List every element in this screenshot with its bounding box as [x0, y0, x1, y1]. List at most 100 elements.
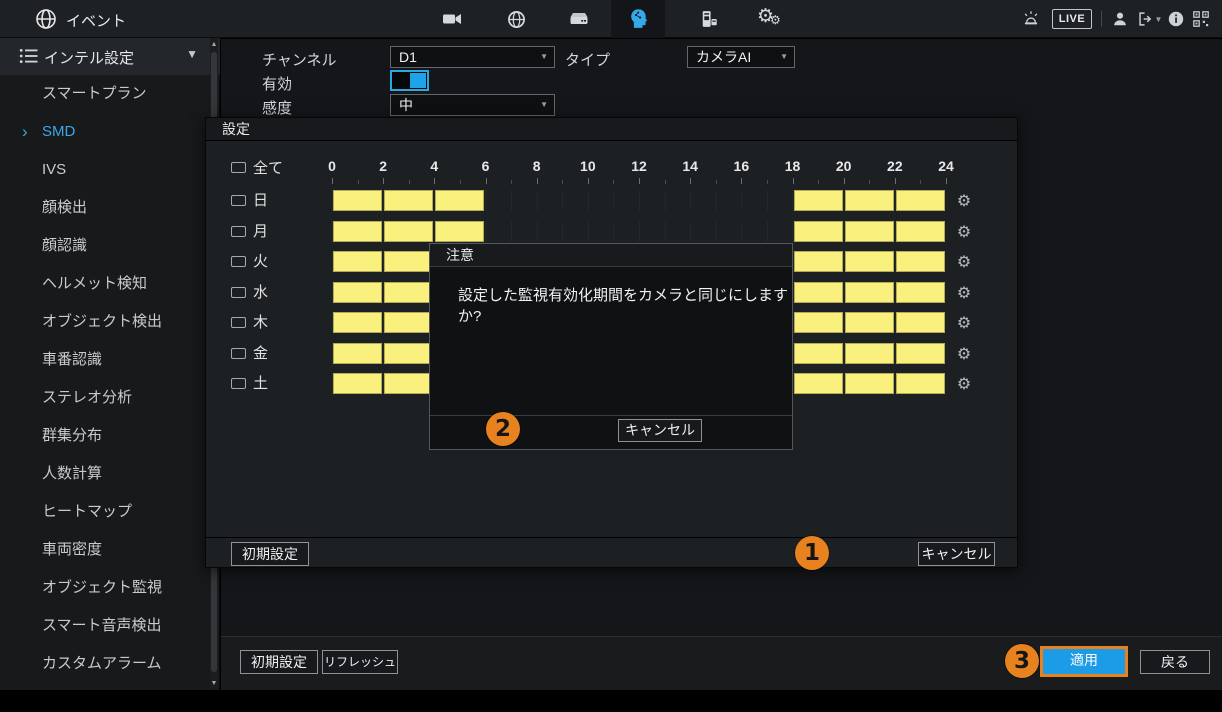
schedule-active-cell[interactable] [793, 281, 843, 303]
system-settings-icon[interactable]: ⚙ ⚙ [743, 0, 797, 38]
network-icon[interactable] [489, 0, 543, 38]
enable-toggle[interactable] [390, 70, 429, 91]
schedule-active-cell[interactable] [384, 190, 434, 211]
active-item-arrow-icon: › [22, 122, 28, 141]
schedule-active-cell[interactable] [384, 220, 434, 242]
schedule-active-cell[interactable] [793, 251, 843, 272]
qr-code-icon[interactable] [1188, 0, 1214, 38]
day-checkbox[interactable] [231, 347, 246, 359]
schedule-active-cell[interactable] [333, 373, 383, 394]
info-icon[interactable] [1164, 0, 1188, 38]
gear-icon[interactable]: ⚙ [954, 190, 974, 211]
day-checkbox[interactable] [231, 225, 246, 237]
schedule-active-cell[interactable] [895, 190, 945, 211]
sidebar-item-12[interactable]: 車両密度 [0, 531, 212, 569]
sidebar-item-6[interactable]: オブジェクト検出 [0, 303, 212, 341]
sidebar-item-15[interactable]: カスタムアラーム [0, 645, 212, 683]
user-icon[interactable] [1108, 0, 1132, 38]
sidebar-item-13[interactable]: オブジェクト監視 [0, 569, 212, 607]
sidebar-item-2[interactable]: IVS [0, 151, 212, 189]
day-checkbox[interactable] [231, 378, 246, 389]
gear-icon[interactable]: ⚙ [954, 251, 974, 272]
schedule-active-cell[interactable] [333, 190, 383, 211]
schedule-active-cell[interactable] [793, 190, 843, 211]
schedule-active-cell[interactable] [793, 312, 843, 333]
scroll-up-icon[interactable]: ▲ [210, 41, 218, 48]
schedule-active-cell[interactable] [333, 251, 383, 272]
dialog-cancel-button[interactable]: キャンセル [918, 542, 995, 566]
sidebar-item-1[interactable]: › SMD [0, 113, 212, 151]
sidebar-item-9[interactable]: 群集分布 [0, 417, 212, 455]
schedule-active-cell[interactable] [793, 220, 843, 242]
refresh-button[interactable]: リフレッシュ [322, 650, 398, 674]
schedule-row-0: 日 ⚙ [206, 190, 1017, 211]
live-button[interactable]: LIVE [1052, 9, 1092, 29]
axis-tick [818, 180, 820, 184]
gear-icon[interactable]: ⚙ [954, 221, 974, 242]
schedule-active-cell[interactable] [895, 373, 945, 394]
gear-icon[interactable]: ⚙ [954, 282, 974, 303]
sidebar-item-5[interactable]: ヘルメット検知 [0, 265, 212, 303]
sidebar-item-label: 車番認識 [42, 351, 103, 368]
caution-cancel-button[interactable]: キャンセル [618, 419, 702, 442]
schedule-active-cell[interactable] [435, 190, 485, 211]
day-checkbox[interactable] [231, 317, 246, 328]
schedule-active-cell[interactable] [844, 342, 894, 364]
day-checkbox[interactable] [231, 195, 246, 206]
schedule-active-cell[interactable] [895, 251, 945, 272]
schedule-active-cell[interactable] [384, 251, 434, 272]
schedule-track[interactable] [332, 190, 946, 211]
schedule-active-cell[interactable] [333, 281, 383, 303]
schedule-active-cell[interactable] [895, 312, 945, 333]
device-icon[interactable] [681, 0, 735, 38]
default-button[interactable]: 初期設定 [240, 650, 318, 674]
schedule-active-cell[interactable] [844, 373, 894, 394]
schedule-active-cell[interactable] [435, 220, 485, 242]
schedule-active-cell[interactable] [895, 281, 945, 303]
camera-icon[interactable] [425, 0, 479, 38]
channel-select[interactable]: D1 ▼ [390, 46, 555, 68]
alarm-icon[interactable] [1018, 0, 1044, 38]
schedule-active-cell[interactable] [844, 312, 894, 333]
schedule-active-cell[interactable] [844, 220, 894, 242]
sidebar-item-7[interactable]: 車番認識 [0, 341, 212, 379]
ai-icon[interactable] [611, 0, 665, 38]
schedule-active-cell[interactable] [844, 281, 894, 303]
sidebar-item-11[interactable]: ヒートマップ [0, 493, 212, 531]
day-checkbox[interactable] [231, 256, 246, 267]
sidebar-group-intel-settings[interactable]: インテル設定 ▼ [0, 38, 220, 75]
schedule-active-cell[interactable] [333, 312, 383, 333]
sidebar-item-10[interactable]: 人数計算 [0, 455, 212, 493]
schedule-active-cell[interactable] [384, 281, 434, 303]
schedule-active-cell[interactable] [793, 342, 843, 364]
all-checkbox[interactable] [231, 162, 246, 173]
sidebar-item-3[interactable]: 顔検出 [0, 189, 212, 227]
schedule-track[interactable] [332, 220, 946, 242]
sidebar-item-14[interactable]: スマート音声検出 [0, 607, 212, 645]
schedule-active-cell[interactable] [333, 342, 383, 364]
storage-icon[interactable] [552, 0, 606, 38]
sensitivity-select[interactable]: 中 ▼ [390, 94, 555, 116]
sidebar-item-8[interactable]: ステレオ分析 [0, 379, 212, 417]
gear-icon[interactable]: ⚙ [954, 343, 974, 364]
type-select[interactable]: カメラAI ▼ [687, 46, 795, 68]
dialog-default-button[interactable]: 初期設定 [231, 542, 309, 566]
scroll-down-icon[interactable]: ▼ [210, 680, 218, 687]
sidebar-item-0[interactable]: スマートプラン [0, 75, 212, 113]
schedule-active-cell[interactable] [793, 373, 843, 394]
apply-button[interactable]: 適用 [1043, 649, 1125, 674]
schedule-active-cell[interactable] [895, 220, 945, 242]
schedule-active-cell[interactable] [895, 342, 945, 364]
schedule-active-cell[interactable] [384, 373, 434, 394]
sidebar-item-4[interactable]: 顔認識 [0, 227, 212, 265]
logout-icon[interactable]: ▼ [1134, 0, 1164, 38]
schedule-active-cell[interactable] [844, 190, 894, 211]
schedule-active-cell[interactable] [333, 220, 383, 242]
gear-icon[interactable]: ⚙ [954, 312, 974, 333]
back-button[interactable]: 戻る [1140, 650, 1210, 674]
gear-icon[interactable]: ⚙ [954, 373, 974, 394]
schedule-active-cell[interactable] [844, 251, 894, 272]
schedule-active-cell[interactable] [384, 312, 434, 333]
day-checkbox[interactable] [231, 286, 246, 298]
schedule-active-cell[interactable] [384, 342, 434, 364]
